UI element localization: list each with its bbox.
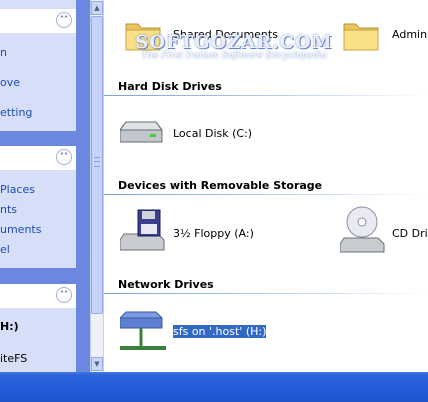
collapse-icon[interactable]: ˄˄ bbox=[56, 12, 72, 28]
section-header: Devices with Removable Storage bbox=[118, 179, 323, 192]
task-panel-1: ˄˄ n ove etting bbox=[0, 0, 76, 131]
task-panel-2: ˄˄ Places nts uments el bbox=[0, 146, 76, 268]
task-panel-1-header[interactable]: ˄˄ bbox=[0, 9, 76, 33]
task-pane: ˄˄ n ove etting ˄˄ Places nts uments el … bbox=[0, 0, 90, 372]
network-drive-icon[interactable] bbox=[120, 308, 170, 354]
place-link[interactable]: Places bbox=[0, 183, 35, 196]
details-title: H:) bbox=[0, 320, 19, 333]
cd-drive-icon[interactable] bbox=[340, 206, 386, 254]
cd-drive-label[interactable]: CD Driv bbox=[392, 227, 428, 240]
content-area: Shared Documents Adminis Hard Disk Drive… bbox=[104, 0, 428, 372]
vertical-scrollbar[interactable]: ▲ ▼ bbox=[90, 0, 104, 372]
folder-icon[interactable] bbox=[124, 16, 164, 54]
place-link[interactable]: uments bbox=[0, 223, 41, 236]
task-link[interactable]: ove bbox=[0, 76, 20, 89]
collapse-icon[interactable]: ˄˄ bbox=[56, 149, 72, 165]
scroll-down-button[interactable]: ▼ bbox=[91, 357, 103, 371]
section-divider bbox=[104, 293, 428, 294]
section-header: Network Drives bbox=[118, 278, 214, 291]
admin-documents-label[interactable]: Adminis bbox=[392, 28, 428, 41]
floppy-label[interactable]: 3½ Floppy (A:) bbox=[173, 227, 254, 240]
taskbar[interactable] bbox=[0, 372, 428, 402]
task-link[interactable]: n bbox=[0, 46, 7, 59]
grip-icon bbox=[94, 157, 100, 167]
details-text: iteFS bbox=[0, 352, 28, 365]
task-panel-2-header[interactable]: ˄˄ bbox=[0, 146, 76, 170]
task-link[interactable]: etting bbox=[0, 106, 32, 119]
hard-disk-icon[interactable] bbox=[120, 116, 166, 150]
scroll-thumb[interactable] bbox=[91, 16, 103, 314]
folder-icon[interactable] bbox=[342, 16, 382, 54]
scroll-up-button[interactable]: ▲ bbox=[91, 1, 103, 15]
network-drive-label[interactable]: sfs on '.host' (H:) bbox=[171, 324, 268, 339]
place-link[interactable]: el bbox=[0, 243, 10, 256]
section-divider bbox=[104, 95, 428, 96]
collapse-icon[interactable]: ˄˄ bbox=[56, 287, 72, 303]
local-disk-label[interactable]: Local Disk (C:) bbox=[173, 127, 252, 140]
floppy-drive-icon[interactable] bbox=[120, 208, 168, 252]
shared-documents-label[interactable]: Shared Documents bbox=[173, 28, 278, 41]
section-divider bbox=[104, 194, 428, 195]
section-header: Hard Disk Drives bbox=[118, 80, 222, 93]
task-panel-3-header[interactable]: ˄˄ bbox=[0, 284, 76, 308]
task-panel-3: ˄˄ H:) iteFS bbox=[0, 284, 76, 372]
place-link[interactable]: nts bbox=[0, 203, 17, 216]
